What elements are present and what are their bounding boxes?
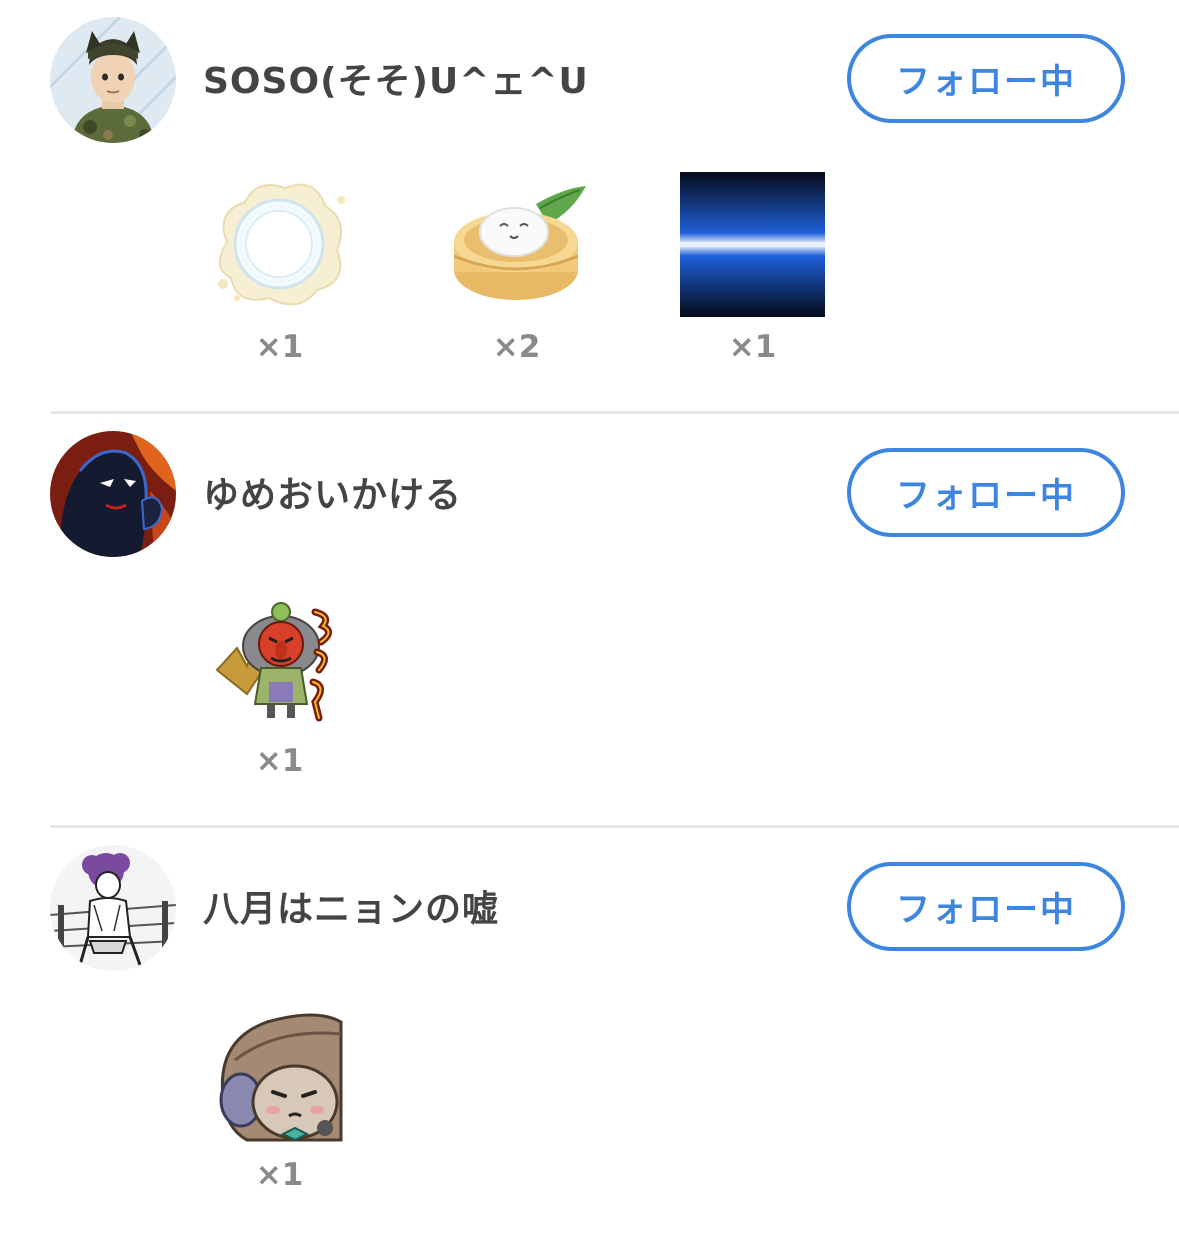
blue-light-beam-sticker-icon [680,172,825,317]
sticker-list: ×1 ×2 ×1 [0,0,1179,400]
sticker-item[interactable]: ×1 [680,172,830,365]
hooded-creature-sticker-icon [207,1000,352,1145]
sticker-item[interactable]: ×1 [207,172,357,365]
tengu-sticker-icon [207,586,352,731]
user-row: SOSO(そそ)U^ェ^U フォロー中 ×1 ×2 ×1 [0,0,1179,414]
sticker-item[interactable]: ×1 [207,586,357,779]
sticker-item[interactable]: ×2 [444,172,594,365]
sticker-count: ×1 [255,743,304,779]
user-row: 八月はニョンの嘘 フォロー中 ×1 [0,828,1179,1242]
sticker-item[interactable]: ×1 [207,1000,357,1193]
sticker-count: ×1 [255,1157,304,1193]
steamed-bun-sticker-icon [444,172,589,317]
gift-user-list: SOSO(そそ)U^ェ^U フォロー中 ×1 ×2 ×1 ゆめおいかける フォロ… [0,0,1179,1193]
user-row: ゆめおいかける フォロー中 ×1 [0,414,1179,828]
splash-plate-sticker-icon [207,172,352,317]
sticker-count: ×2 [492,329,541,365]
sticker-list: ×1 [0,828,1179,1228]
sticker-count: ×1 [728,329,777,365]
sticker-count: ×1 [255,329,304,365]
sticker-list: ×1 [0,414,1179,814]
